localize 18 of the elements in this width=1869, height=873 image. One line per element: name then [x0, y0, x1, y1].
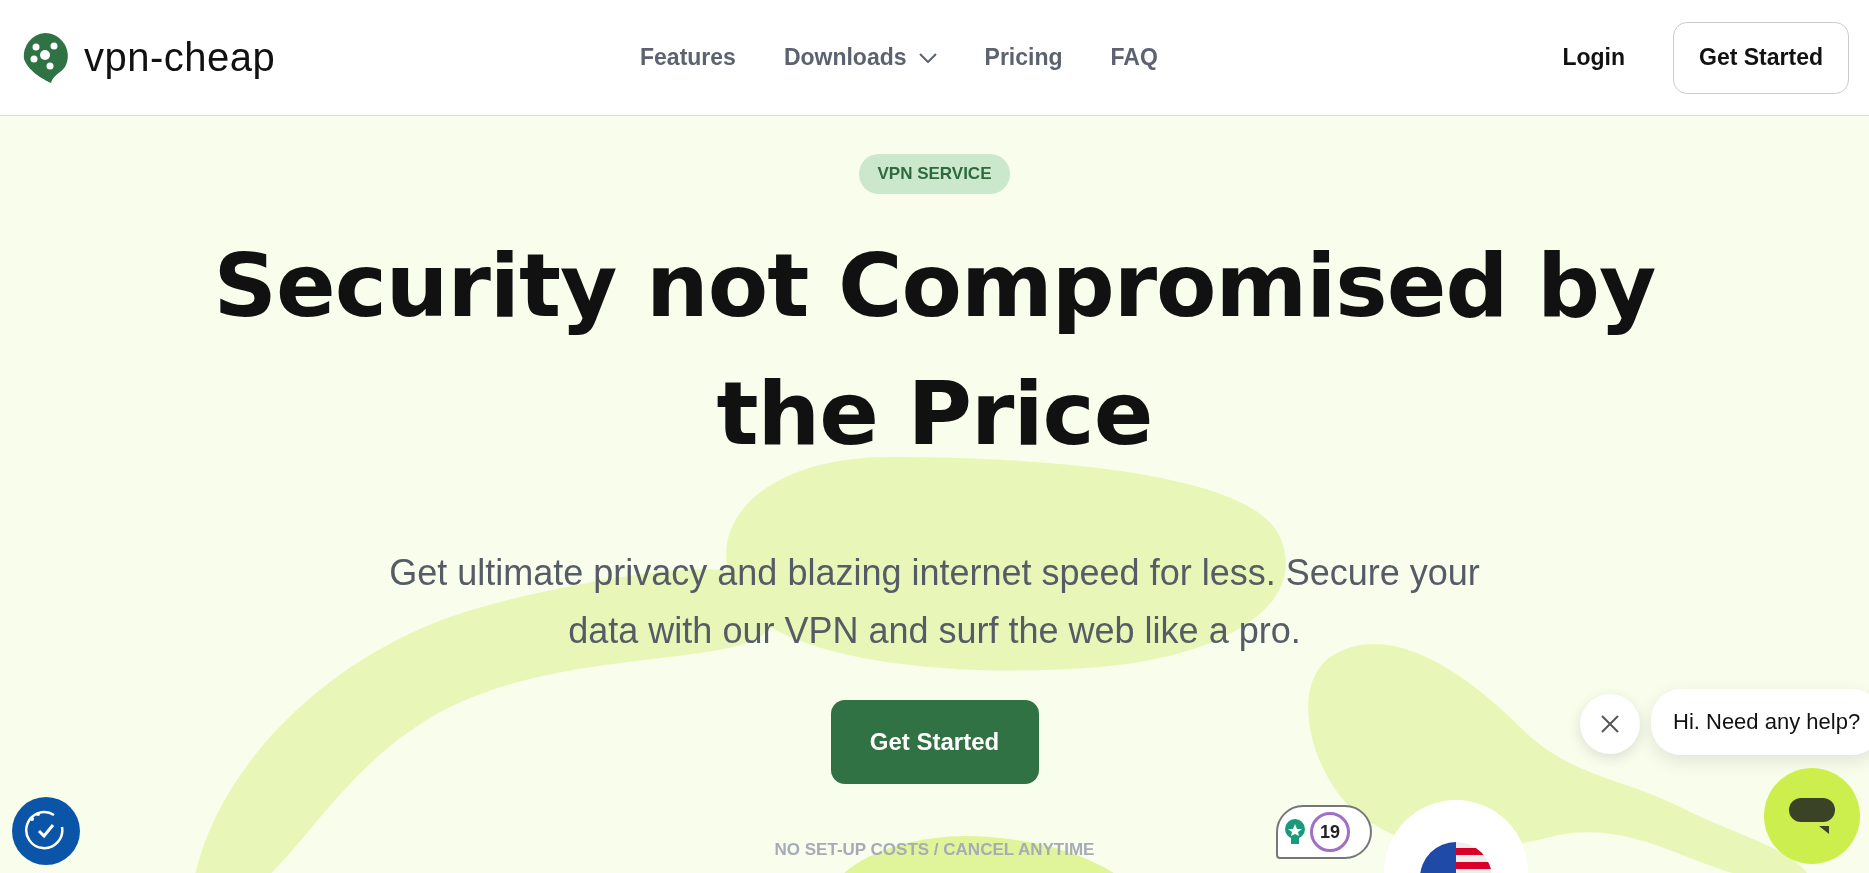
nav-link[interactable]: FAQ — [1110, 44, 1158, 71]
login-link[interactable]: Login — [1562, 44, 1625, 71]
brand-name[interactable]: vpn-cheap — [84, 35, 276, 80]
chat-message: Hi. Need any help? — [1651, 689, 1869, 755]
nav-link[interactable]: Pricing — [984, 44, 1063, 71]
section-badge: VPN SERVICE — [859, 154, 1010, 194]
chat-bubble-icon — [1787, 796, 1837, 836]
lightbulb-icon — [1284, 818, 1306, 846]
get-started-button[interactable]: Get Started — [1673, 21, 1849, 94]
hero-title: Security not Compromised by the Price — [212, 233, 1657, 467]
close-icon — [1600, 714, 1620, 734]
count-badge: 19 — [1310, 812, 1350, 852]
nav-link[interactable]: Downloads — [783, 44, 937, 71]
hero-subtitle: Get ultimate privacy and blazing internet speed for less. Secure your data with our VPN and surf the web like a pro. — [388, 551, 1481, 653]
widget-pill[interactable]: 19 — [1276, 805, 1372, 859]
nav-link[interactable]: Features — [640, 44, 736, 71]
chevron-down-icon — [918, 52, 937, 63]
get-started-button[interactable]: Get Started — [830, 700, 1039, 784]
